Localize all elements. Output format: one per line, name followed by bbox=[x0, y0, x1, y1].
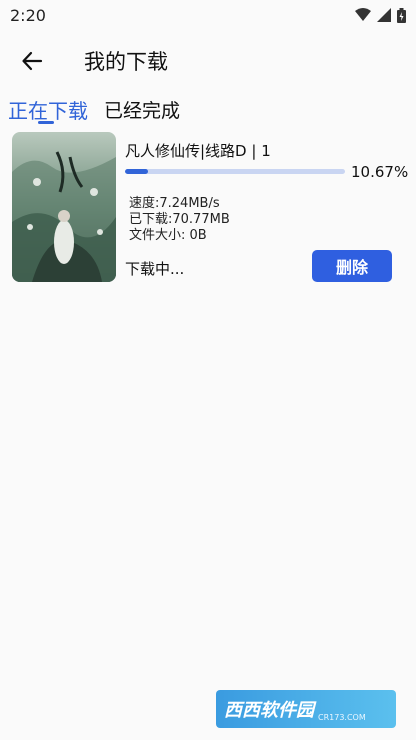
status-time: 2:20 bbox=[10, 5, 46, 25]
progress-percent: 10.67% bbox=[351, 163, 409, 181]
download-item[interactable]: 凡人修仙传|线路D | 1 10.67% 速度:7.24MB/s 已下载:70.… bbox=[12, 132, 408, 284]
download-status: 下载中... bbox=[125, 260, 185, 278]
tab-downloading-label: 正在下载 bbox=[8, 99, 88, 123]
signal-icon bbox=[377, 8, 391, 22]
tab-bar: 正在下载 已经完成 bbox=[0, 92, 188, 126]
poster-image bbox=[12, 132, 116, 282]
tab-indicator bbox=[38, 121, 54, 124]
progress-fill bbox=[125, 169, 149, 174]
status-bar: 2:20 bbox=[0, 0, 416, 30]
wifi-icon bbox=[355, 8, 371, 21]
back-arrow-icon bbox=[22, 51, 43, 71]
tab-downloading[interactable]: 正在下载 bbox=[0, 96, 96, 126]
download-title: 凡人修仙传|线路D | 1 bbox=[125, 142, 271, 160]
battery-icon bbox=[397, 7, 406, 23]
app-bar: 我的下载 bbox=[0, 38, 416, 84]
progress-bar bbox=[125, 169, 345, 174]
watermark-logo: 西西软件园 CR173.COM bbox=[216, 690, 396, 728]
delete-button[interactable]: 删除 bbox=[312, 250, 392, 282]
tab-completed[interactable]: 已经完成 bbox=[96, 96, 188, 126]
file-size: 文件大小: 0B bbox=[129, 228, 207, 243]
tab-completed-label: 已经完成 bbox=[104, 100, 181, 122]
watermark-url: CR173.COM bbox=[318, 713, 366, 722]
status-icons bbox=[355, 7, 406, 23]
watermark-text: 西西软件园 bbox=[224, 700, 314, 721]
back-button[interactable] bbox=[12, 41, 52, 81]
page-title: 我的下载 bbox=[84, 50, 168, 74]
